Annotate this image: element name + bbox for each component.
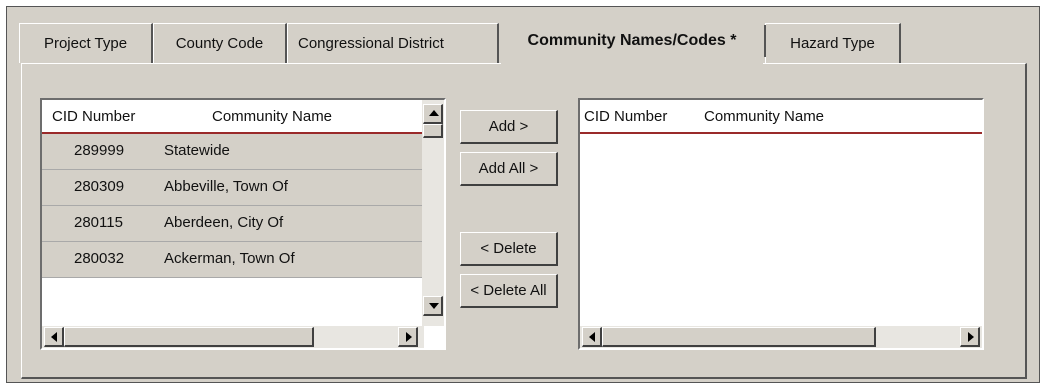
column-header-cid[interactable]: CID Number [52,108,135,125]
name-cell: Ackerman, Town Of [164,250,295,267]
selected-communities-list[interactable]: CID Number Community Name [578,98,984,350]
name-cell: Statewide [164,142,230,159]
dialog-frame: Project Type County Code Congressional D… [6,6,1040,383]
column-header-name[interactable]: Community Name [212,108,332,125]
tab-label: Community Names/Codes * [527,32,737,49]
arrow-up-icon [429,110,439,116]
horizontal-scrollbar[interactable] [580,326,982,348]
scroll-thumb[interactable] [602,327,876,347]
name-cell: Abbeville, Town Of [164,178,288,195]
list-row[interactable]: 289999 Statewide [42,134,424,170]
scroll-thumb[interactable] [64,327,314,347]
list-row[interactable]: 280115 Aberdeen, City Of [42,206,424,242]
column-header-cid[interactable]: CID Number [584,108,667,125]
cid-cell: 289999 [74,142,125,159]
tab-label: Congressional District [298,35,444,52]
scroll-up-button[interactable] [423,104,443,124]
tab-community-names-codes[interactable]: Community Names/Codes * [501,17,766,65]
arrow-left-icon [51,332,57,342]
list-header: CID Number Community Name [42,100,424,134]
add-all-button[interactable]: Add All > [460,152,558,186]
tab-congressional-district[interactable]: Congressional District [287,23,499,63]
list-row[interactable]: 280309 Abbeville, Town Of [42,170,424,206]
cid-cell: 280309 [74,178,125,195]
scroll-down-button[interactable] [423,296,443,316]
scroll-left-button[interactable] [44,327,64,347]
tab-panel: CID Number Community Name 289999 Statewi… [21,63,1027,379]
delete-all-button[interactable]: < Delete All [460,274,558,308]
tab-label: Hazard Type [790,35,875,52]
column-header-name[interactable]: Community Name [704,108,824,125]
horizontal-scrollbar[interactable] [42,326,424,348]
tab-project-type[interactable]: Project Type [19,23,153,63]
tab-hazard-type[interactable]: Hazard Type [765,23,901,63]
tab-label: County Code [175,35,264,52]
add-button[interactable]: Add > [460,110,558,144]
cid-cell: 280115 [74,214,123,231]
tab-label: Project Type [43,35,128,52]
available-communities-list[interactable]: CID Number Community Name 289999 Statewi… [40,98,446,350]
name-cell: Aberdeen, City Of [164,214,284,231]
scroll-left-button[interactable] [582,327,602,347]
scroll-right-button[interactable] [398,327,418,347]
scroll-thumb[interactable] [423,124,443,138]
cid-cell: 280032 [74,250,125,267]
vertical-scrollbar[interactable] [422,100,444,326]
delete-button[interactable]: < Delete [460,232,558,266]
tab-county-code[interactable]: County Code [153,23,287,63]
list-header: CID Number Community Name [580,100,982,134]
list-row[interactable]: 280032 Ackerman, Town Of [42,242,424,278]
arrow-left-icon [589,332,595,342]
arrow-down-icon [429,303,439,309]
arrow-right-icon [406,332,412,342]
scroll-right-button[interactable] [960,327,980,347]
arrow-right-icon [968,332,974,342]
